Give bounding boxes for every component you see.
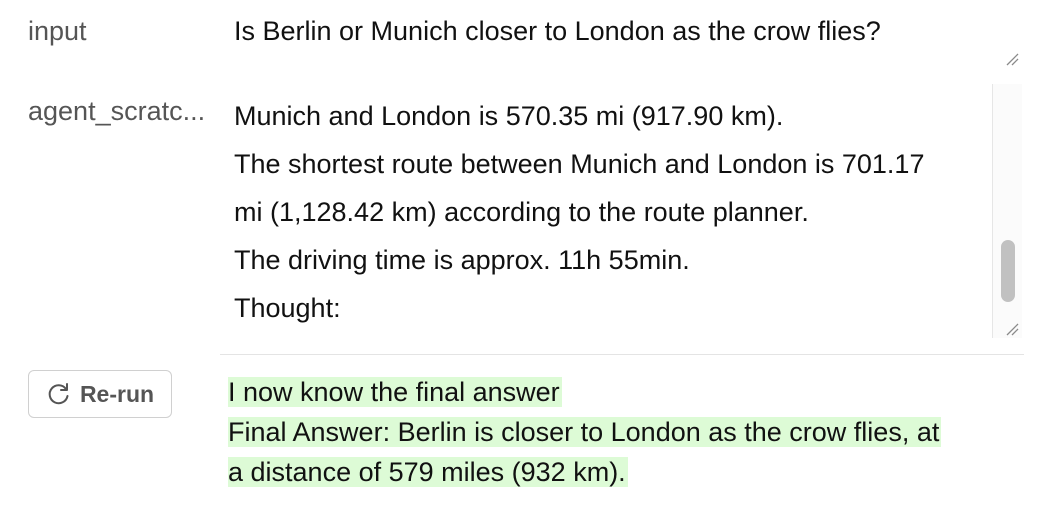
answer-line: a distance of 579 miles (932 km). bbox=[228, 457, 628, 487]
scratchpad-field-label: agent_scratc... bbox=[28, 96, 206, 126]
divider bbox=[220, 354, 1024, 355]
scratchpad-resize-icon[interactable] bbox=[1005, 322, 1019, 336]
scratchpad-line: mi (1,128.42 km) according to the route … bbox=[234, 197, 809, 227]
input-resize-icon[interactable] bbox=[1005, 52, 1019, 66]
answer-line: I now know the final answer bbox=[228, 377, 562, 407]
refresh-icon bbox=[46, 381, 72, 407]
answer-line: Final Answer: Berlin is closer to London… bbox=[228, 417, 942, 447]
scratchpad-text: Munich and London is 570.35 mi (917.90 k… bbox=[234, 92, 994, 332]
scratchpad-line: The shortest route between Munich and Lo… bbox=[234, 149, 925, 179]
scratchpad-textarea[interactable]: Munich and London is 570.35 mi (917.90 k… bbox=[224, 84, 1022, 338]
scratchpad-scrollbar[interactable] bbox=[992, 84, 1022, 338]
input-field-label: input bbox=[28, 16, 87, 46]
input-field-value[interactable]: Is Berlin or Munich closer to London as … bbox=[234, 16, 881, 47]
scratchpad-line: Thought: bbox=[234, 293, 341, 323]
scratchpad-line: The driving time is approx. 11h 55min. bbox=[234, 245, 690, 275]
rerun-button[interactable]: Re-run bbox=[28, 370, 172, 418]
scratchpad-line: Munich and London is 570.35 mi (917.90 k… bbox=[234, 101, 784, 131]
final-answer-output: I now know the final answer Final Answer… bbox=[228, 372, 1018, 492]
scrollbar-thumb[interactable] bbox=[1001, 240, 1015, 302]
rerun-label: Re-run bbox=[79, 380, 155, 407]
